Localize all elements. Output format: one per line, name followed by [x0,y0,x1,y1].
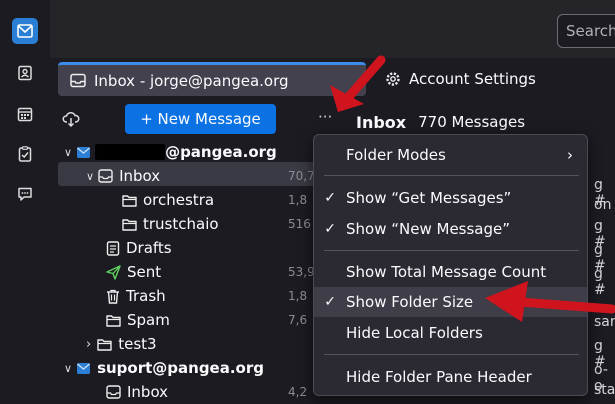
folder-row-spam[interactable]: Spam 7,6 [106,308,342,332]
get-messages-button[interactable] [62,110,80,132]
tasks-icon [18,146,32,162]
cloud-download-icon [62,111,80,128]
chevron-down-icon[interactable]: ∨ [64,146,72,159]
folder-row-orchestra[interactable]: orchestra 1,8 [122,188,342,212]
folder-row-trustchaio[interactable]: trustchaio 516 [122,212,342,236]
message-row-fragment[interactable]: g # [594,266,615,298]
account-mail-icon [77,146,91,158]
folder-size: 7,6 [288,313,308,327]
folder-name: suport@pangea.org [97,359,264,377]
folder-icon [97,338,112,351]
menu-item-label: Hide Folder Pane Header [346,368,532,386]
folder-name: @pangea.org [165,143,277,161]
menu-separator [324,175,579,176]
redacted-name [95,144,166,160]
menu-item-label: Folder Modes [346,146,446,164]
menu-item-show-total-message-count[interactable]: Show Total Message Count [314,257,587,287]
menu-item-show-folder-size[interactable]: ✓ Show Folder Size [314,287,587,317]
folder-name: orchestra [143,191,215,209]
message-row-fragment[interactable]: sta [594,382,615,398]
folder-pane: + New Message ··· ∨ @pangea.org ∨ Inbox … [50,100,346,401]
calendar-space-button[interactable] [12,101,38,127]
spam-folder-icon [106,314,121,327]
tasks-space-button[interactable] [12,141,38,167]
tab-account-settings[interactable]: Account Settings [380,62,536,96]
message-row-fragment[interactable]: sar [594,314,615,330]
folder-title: Inbox [356,112,407,132]
folder-name: Drafts [126,239,172,257]
folder-name: Spam [127,311,170,329]
folder-row-trash[interactable]: Trash 1,8 [106,284,342,308]
folder-name: Inbox [127,383,169,401]
folder-name: Trash [126,287,166,305]
folder-row-inbox[interactable]: ∨ Inbox 70,7 [86,164,336,188]
folder-size: 70,7 [288,169,315,183]
menu-item-label: Show “Get Messages” [346,189,512,207]
tab-inbox-label: Inbox - jorge@pangea.org [94,71,289,90]
folder-name: test3 [118,335,157,353]
gear-icon [386,72,400,86]
folder-icon [122,218,137,231]
menu-item-label: Show Folder Size [346,293,474,311]
spaces-toolbar [0,0,50,400]
unified-toolbar [50,0,615,58]
menu-item-show-get-messages[interactable]: ✓ Show “Get Messages” [314,183,587,213]
tab-account-settings-label: Account Settings [409,70,536,88]
chevron-down-icon[interactable]: ∨ [86,170,94,183]
search-input[interactable]: Search [557,14,615,48]
folder-size: 4,2 [288,385,308,399]
checkmark-icon: ✓ [324,294,336,310]
tab-inbox[interactable]: Inbox - jorge@pangea.org [58,62,366,96]
menu-item-label: Show Total Message Count [346,263,547,281]
send-icon [106,264,121,280]
address-book-icon [18,65,32,81]
drafts-icon [106,240,120,256]
folder-row-account-jorge[interactable]: ∨ @pangea.org [64,140,277,164]
folder-name: Inbox [119,167,161,185]
folder-icon [122,194,137,207]
account-mail-icon [77,362,91,374]
folder-size: 1,8 [288,193,308,207]
mail-icon [17,24,33,38]
chevron-right-icon[interactable]: › [86,337,91,352]
calendar-icon [17,107,33,122]
folder-pane-context-menu: Folder Modes › ✓ Show “Get Messages” ✓ S… [313,134,588,396]
address-book-space-button[interactable] [12,60,38,86]
folder-size: 516 [288,217,311,231]
menu-item-folder-modes[interactable]: Folder Modes › [314,140,587,170]
checkmark-icon: ✓ [324,221,336,237]
chat-space-button[interactable] [12,181,38,207]
message-count: 770 Messages [418,113,526,131]
menu-item-label: Show “New Message” [346,220,511,238]
new-message-button[interactable]: + New Message [125,104,276,134]
folder-pane-header: + New Message ··· [50,100,346,140]
menu-item-hide-local-folders[interactable]: Hide Local Folders [314,318,587,348]
trash-icon [107,289,119,304]
chat-icon [18,187,32,201]
message-row-fragment[interactable]: on [594,197,611,213]
checkmark-icon: ✓ [324,190,336,206]
inbox-icon [98,169,113,183]
tab-bar: Inbox - jorge@pangea.org Account Setting… [50,58,615,100]
menu-item-show-new-message[interactable]: ✓ Show “New Message” [314,214,587,244]
mail-space-button[interactable] [12,18,38,44]
folder-row-drafts[interactable]: Drafts [106,236,342,260]
folder-name: Sent [127,263,162,281]
folder-row-inbox-suport[interactable]: Inbox 4,2 [106,380,342,404]
folder-size: 53,9 [288,265,315,279]
inbox-icon [106,385,121,399]
menu-separator [324,250,579,251]
inbox-icon [70,73,86,88]
menu-item-hide-folder-pane-header[interactable]: Hide Folder Pane Header [314,362,587,392]
folder-name: trustchaio [143,215,219,233]
menu-item-label: Hide Local Folders [346,324,483,342]
submenu-chevron-icon: › [567,146,573,164]
folder-row-account-suport[interactable]: ∨ suport@pangea.org [64,356,264,380]
chevron-down-icon[interactable]: ∨ [64,362,72,375]
folder-row-sent[interactable]: Sent 53,9 [106,260,342,284]
menu-separator [324,354,579,355]
folder-pane-menu-button[interactable]: ··· [318,108,332,126]
folder-row-test3[interactable]: › test3 [86,332,342,356]
folder-size: 1,8 [288,289,308,303]
